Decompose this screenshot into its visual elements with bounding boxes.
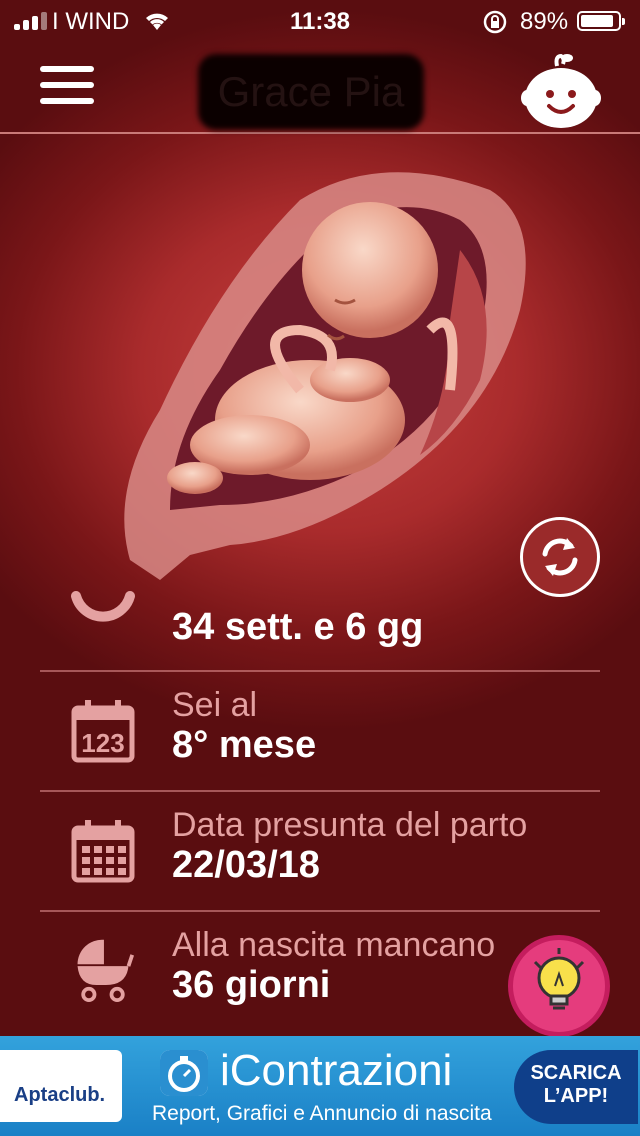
stopwatch-icon: [160, 1050, 208, 1096]
baby-name: Grace Pia: [217, 68, 405, 115]
banner-title: iContrazioni: [220, 1046, 453, 1095]
month-row: 123 Sei al 8° mese: [40, 670, 600, 792]
tips-button[interactable]: [508, 935, 610, 1037]
refresh-button[interactable]: [520, 517, 600, 597]
countdown-value: 36 giorni: [172, 964, 331, 1006]
battery-icon: [577, 11, 625, 31]
calendar-number-icon: 123: [71, 700, 135, 763]
menu-icon: [40, 66, 94, 72]
due-date-label: Data presunta del parto: [172, 806, 528, 844]
due-date-value: 22/03/18: [172, 844, 320, 886]
refresh-icon: [542, 538, 578, 576]
app-header: Grace Pia: [0, 42, 640, 134]
status-bar: I WIND 11:38 89%: [0, 0, 640, 42]
baby-profile-button[interactable]: [519, 50, 603, 130]
baby-name-area: Grace Pia: [198, 54, 424, 130]
due-date-row: Data presunta del parto 22/03/18: [40, 790, 600, 912]
battery-percentage: 89%: [520, 8, 569, 35]
weeks-row: 34 sett. e 6 gg: [40, 591, 600, 670]
countdown-label: Alla nascita mancano: [172, 926, 496, 964]
weeks-arc-icon: [71, 591, 135, 622]
banner-subtitle: Report, Grafici e Annuncio di nascita: [152, 1102, 492, 1125]
fetus-illustration: [124, 172, 526, 580]
month-label: Sei al: [172, 686, 258, 724]
download-app-button[interactable]: SCARICA L’APP!: [514, 1050, 638, 1124]
month-value: 8° mese: [172, 724, 317, 766]
menu-button[interactable]: [40, 66, 94, 106]
calendar-grid-icon: [71, 820, 135, 883]
aptaclub-logo: Aptaclub.: [0, 1050, 122, 1122]
svg-text:123: 123: [81, 728, 124, 758]
ad-banner[interactable]: Aptaclub. iContrazioni Report, Grafici e…: [0, 1036, 640, 1136]
baby-face-icon: [521, 53, 601, 128]
lightbulb-icon: [533, 948, 585, 1010]
pram-icon: [77, 939, 135, 1002]
lock-rotation-icon: [482, 9, 508, 42]
pregnancy-weeks-value: 34 sett. e 6 gg: [172, 606, 424, 648]
